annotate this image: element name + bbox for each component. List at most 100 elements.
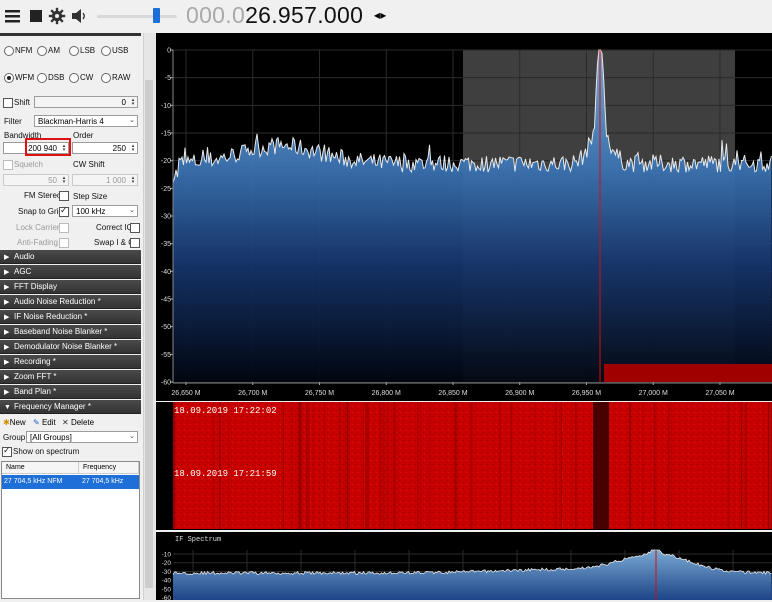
y-tick-label: -20 bbox=[161, 158, 171, 165]
snap-to-grid-label: Snap to Grid bbox=[18, 207, 63, 216]
mode-radio-dsb[interactable] bbox=[37, 73, 47, 83]
waterfall-streak bbox=[291, 402, 293, 529]
y-tick-label: -10 bbox=[161, 103, 171, 110]
mode-label-lsb: LSB bbox=[80, 46, 96, 55]
waterfall-streak bbox=[379, 402, 381, 529]
section-if-noise-reduction[interactable]: ▶ IF Noise Reduction * bbox=[0, 310, 141, 324]
step-size-select[interactable]: 100 kHz ⌄ bbox=[72, 205, 138, 217]
section-audio-noise-reduction[interactable]: ▶ Audio Noise Reduction * bbox=[0, 295, 141, 309]
edit-button[interactable]: ✎ Edit bbox=[33, 418, 56, 427]
mode-radio-usb[interactable] bbox=[101, 46, 111, 56]
waterfall-streak bbox=[227, 402, 229, 529]
section-demodulator-noise-blanker[interactable]: ▶ Demodulator Noise Blanker * bbox=[0, 340, 141, 354]
if-spectrum-plot[interactable]: -10-20 -30 -40-50 -60 bbox=[156, 532, 772, 602]
y-tick-label: 0 bbox=[167, 48, 171, 55]
anti-fading-checkbox[interactable] bbox=[59, 238, 69, 248]
shift-checkbox[interactable] bbox=[3, 98, 13, 108]
shift-spin-icon[interactable]: ▴ ▾ bbox=[130, 98, 136, 107]
section-frequency-manager[interactable]: ▼ Frequency Manager * bbox=[0, 400, 141, 414]
mode-radio-wfm[interactable] bbox=[4, 73, 14, 83]
correct-iq-checkbox[interactable] bbox=[130, 223, 140, 233]
mode-radio-cw[interactable] bbox=[69, 73, 79, 83]
expand-arrow-icon: ▶ bbox=[4, 359, 10, 366]
if-spectrum-y-ticks: -10-20 -30 -40-50 -60 bbox=[162, 552, 172, 602]
cw-shift-input[interactable]: 1 000 ▴ ▾ bbox=[72, 174, 138, 186]
section-agc[interactable]: ▶ AGC bbox=[0, 265, 141, 279]
table-header-name[interactable]: Name bbox=[2, 462, 79, 474]
filter-label: Filter bbox=[4, 117, 22, 126]
section-if-noise-reduction-label: IF Noise Reduction * bbox=[14, 312, 88, 321]
group-label: Group: bbox=[3, 433, 28, 442]
shift-input[interactable]: 0 ▴ ▾ bbox=[34, 96, 138, 108]
x-tick-label: 26,800 M bbox=[372, 390, 401, 397]
order-spin-icon[interactable]: ▴ ▾ bbox=[130, 144, 136, 153]
spectrum-display[interactable]: 0 -5 -10 -15 -20 -25 -30 -35 -40 -45 -50 -55 -60 26,… bbox=[156, 33, 772, 401]
expand-arrow-icon: ▶ bbox=[4, 344, 10, 351]
mode-radio-nfm[interactable] bbox=[4, 46, 14, 56]
chevron-down-icon: ⌄ bbox=[129, 207, 135, 214]
band-plan-marker bbox=[604, 364, 772, 382]
if-y-tick-label: -10 bbox=[162, 552, 172, 559]
frequency-display[interactable]: 000.026.957.000 ◂▸ bbox=[186, 2, 387, 29]
mode-radio-am[interactable] bbox=[37, 46, 47, 56]
snap-to-grid-checkbox[interactable] bbox=[59, 205, 69, 217]
table-row[interactable]: 27 704,5 kHz NFM 27 704,5 kHz bbox=[2, 475, 139, 489]
volume-slider-handle[interactable] bbox=[153, 8, 160, 23]
waterfall-display[interactable]: 18.09.2019 17:22:02 18.09.2019 17:21:59 bbox=[156, 402, 772, 530]
new-label: New bbox=[9, 418, 26, 427]
y-tick-label: -40 bbox=[161, 269, 171, 276]
table-header-frequency[interactable]: Frequency bbox=[79, 462, 139, 474]
delete-icon: ✕ bbox=[62, 418, 69, 427]
section-baseband-noise-blanker[interactable]: ▶ Baseband Noise Blanker * bbox=[0, 325, 141, 339]
y-tick-label: -55 bbox=[161, 352, 171, 359]
waterfall-streak bbox=[345, 402, 346, 529]
filter-select[interactable]: Blackman-Harris 4 ⌄ bbox=[34, 115, 138, 127]
squelch-spin-icon[interactable]: ▴ ▾ bbox=[61, 176, 67, 185]
order-input[interactable]: 250 ▴ ▾ bbox=[72, 142, 138, 154]
squelch-input[interactable]: 50 ▴ ▾ bbox=[3, 174, 69, 186]
y-tick-label: -45 bbox=[161, 297, 171, 304]
waterfall-streak bbox=[417, 402, 419, 529]
spectrum-y-ticks: 0 -5 -10 -15 -20 -25 -30 -35 -40 -45 -50 -55 -60 bbox=[161, 48, 173, 387]
section-audio[interactable]: ▶ Audio bbox=[0, 250, 141, 264]
hamburger-menu-icon[interactable] bbox=[4, 7, 22, 25]
step-size-label: Step Size bbox=[73, 192, 108, 201]
section-fft-display[interactable]: ▶ FFT Display bbox=[0, 280, 141, 294]
waterfall-plot[interactable] bbox=[156, 402, 772, 530]
speaker-icon[interactable] bbox=[70, 7, 88, 25]
lock-carrier-checkbox[interactable] bbox=[59, 223, 69, 233]
bandwidth-highlight-box bbox=[25, 138, 71, 156]
new-button[interactable]: ✱New bbox=[3, 418, 26, 427]
swap-iq-checkbox[interactable] bbox=[130, 238, 140, 248]
waterfall-streak bbox=[365, 402, 368, 529]
fm-stereo-checkbox[interactable] bbox=[59, 191, 69, 201]
waterfall-streak bbox=[382, 402, 384, 529]
delete-button[interactable]: ✕ Delete bbox=[62, 418, 94, 427]
top-toolbar: 000.026.957.000 ◂▸ bbox=[0, 0, 772, 33]
squelch-checkbox[interactable] bbox=[3, 160, 13, 170]
gear-icon[interactable] bbox=[48, 7, 66, 25]
delete-label: Delete bbox=[70, 418, 95, 427]
cw-shift-spin-icon[interactable]: ▴ ▾ bbox=[130, 176, 136, 185]
spectrum-plot[interactable]: 0 -5 -10 -15 -20 -25 -30 -35 -40 -45 -50 -55 -60 26,… bbox=[156, 33, 772, 401]
volume-slider-track[interactable] bbox=[97, 15, 177, 18]
cw-shift-label: CW Shift bbox=[73, 160, 105, 169]
section-demodulator-noise-blanker-label: Demodulator Noise Blanker * bbox=[14, 342, 118, 351]
y-tick-label: -60 bbox=[161, 380, 171, 387]
section-zoom-fft[interactable]: ▶ Zoom FFT * bbox=[0, 370, 141, 384]
show-on-spectrum-checkbox[interactable] bbox=[2, 445, 12, 457]
mode-radio-raw[interactable] bbox=[101, 73, 111, 83]
left-right-arrows-icon[interactable]: ◂▸ bbox=[374, 8, 387, 22]
stop-icon[interactable] bbox=[28, 7, 46, 25]
expand-arrow-icon: ▶ bbox=[4, 314, 10, 321]
waterfall-streak bbox=[740, 402, 743, 529]
x-tick-label: 26,950 M bbox=[572, 390, 601, 397]
section-band-plan[interactable]: ▶ Band Plan * bbox=[0, 385, 141, 399]
section-recording[interactable]: ▶ Recording * bbox=[0, 355, 141, 369]
edit-label: Edit bbox=[41, 418, 56, 427]
group-select[interactable]: [All Groups] ⌄ bbox=[26, 431, 138, 443]
mode-radio-lsb[interactable] bbox=[69, 46, 79, 56]
panel-scrollbar-thumb[interactable] bbox=[145, 80, 153, 588]
if-spectrum-display[interactable]: -10 -20 -30 -40 -50 -60 IF Spectrum bbox=[156, 532, 772, 602]
x-tick-label: 26,650 M bbox=[171, 390, 200, 397]
